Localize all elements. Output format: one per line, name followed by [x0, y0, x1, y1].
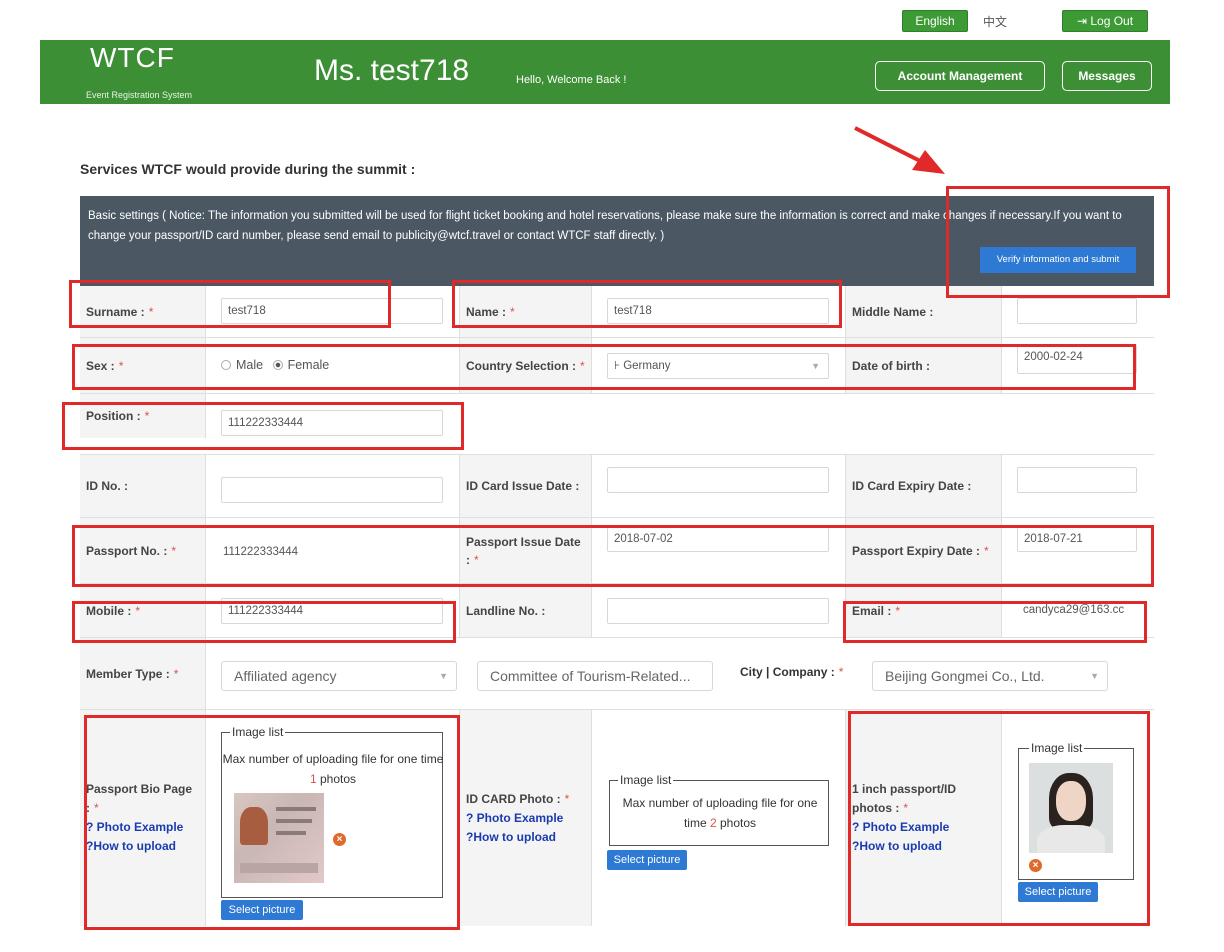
red-arrow-icon	[854, 126, 945, 174]
